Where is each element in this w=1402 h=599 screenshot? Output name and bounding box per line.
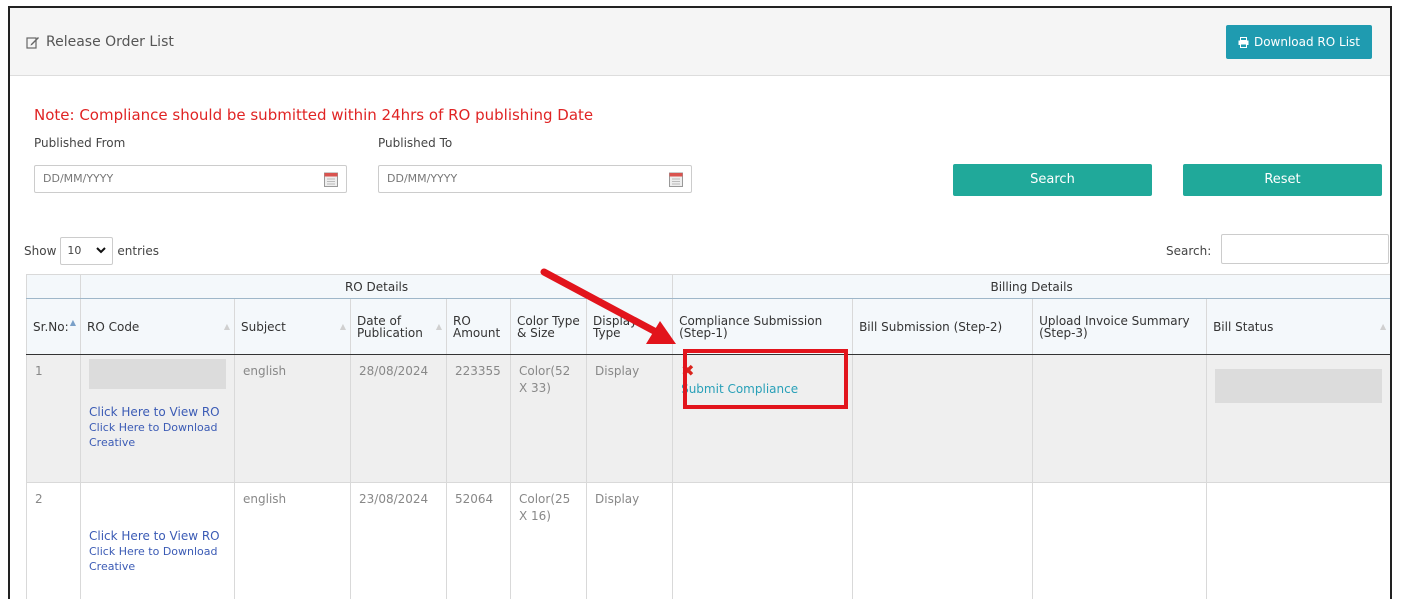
cell-subject: english <box>234 354 351 483</box>
col-sr-no-label: Sr.No: <box>33 319 69 334</box>
calendar-icon[interactable] <box>669 171 683 187</box>
table-row: 2 Click Here to View RO Click Here to Do… <box>26 482 1390 599</box>
cell-bill-submission <box>852 482 1034 599</box>
cell-bill-submission <box>852 354 1034 483</box>
page-title-text: Release Order List <box>46 34 174 50</box>
col-subject-label: Subject <box>241 319 286 334</box>
col-compliance-submission[interactable]: Compliance Submission (Step-1) <box>672 298 854 355</box>
entries-label: entries <box>117 244 159 258</box>
show-label: Show <box>24 244 57 258</box>
cell-upload-invoice <box>1032 354 1208 483</box>
published-from-label: Published From <box>34 136 126 150</box>
panel-header: Release Order List Download RO List <box>10 8 1390 76</box>
download-creative-link[interactable]: Click Here to Download Creative <box>89 544 226 574</box>
download-ro-list-label: Download RO List <box>1253 35 1360 49</box>
sort-icon: ▲ <box>1379 322 1387 331</box>
col-sr-no[interactable]: Sr.No: ▲ <box>26 298 81 355</box>
cell-bill-status <box>1206 354 1390 483</box>
cell-sr: 2 <box>26 482 81 599</box>
cell-display-type: Display <box>585 482 674 599</box>
cell-subject: english <box>234 482 351 599</box>
table-search-input[interactable] <box>1221 234 1389 264</box>
col-compliance-label: Compliance Submission (Step-1) <box>679 313 823 340</box>
view-ro-link[interactable]: Click Here to View RO <box>89 405 226 420</box>
col-subject[interactable]: Subject ▲ <box>234 298 351 355</box>
cell-color-size: Color(52 X 33) <box>510 354 587 483</box>
cell-sr: 1 <box>26 354 81 483</box>
cell-date: 23/08/2024 <box>350 482 447 599</box>
release-order-table: RO Details Billing Details Sr.No: ▲ RO Co… <box>26 274 1390 599</box>
cell-amount: 223355 <box>446 354 511 483</box>
col-date-of-publication[interactable]: Date of Publication ▲ <box>350 298 447 355</box>
published-from-input[interactable]: DD/MM/YYYY <box>34 165 347 193</box>
chevron-down-icon <box>96 247 107 254</box>
download-creative-link[interactable]: Click Here to Download Creative <box>89 420 226 450</box>
download-ro-list-button[interactable]: Download RO List <box>1225 25 1372 59</box>
print-icon <box>1238 36 1249 48</box>
reset-button[interactable]: Reset <box>1183 164 1382 196</box>
sort-icon: ▲ <box>223 322 230 331</box>
cell-compliance <box>672 482 854 599</box>
cell-upload-invoice <box>1032 482 1208 599</box>
published-to-label: Published To <box>378 136 453 150</box>
col-amount-label: RO Amount <box>453 313 501 340</box>
ro-code-redacted <box>89 359 226 389</box>
edit-icon <box>26 37 39 49</box>
entries-select-value: 10 <box>67 244 82 257</box>
group-spacer <box>26 274 81 299</box>
entries-length-control: Show 10 entries <box>24 237 159 265</box>
view-ro-link[interactable]: Click Here to View RO <box>89 529 226 544</box>
col-ro-code-label: RO Code <box>87 319 140 334</box>
col-bill-status-label: Bill Status <box>1213 319 1274 334</box>
col-ro-amount[interactable]: RO Amount <box>446 298 511 355</box>
published-from-placeholder: DD/MM/YYYY <box>43 172 114 185</box>
bill-status-redacted <box>1215 369 1383 403</box>
col-bill-status[interactable]: Bill Status ▲ <box>1206 298 1390 355</box>
cell-date: 28/08/2024 <box>350 354 447 483</box>
highlight-box <box>683 349 848 409</box>
sort-icon: ▲ <box>339 322 346 331</box>
col-ro-code[interactable]: RO Code ▲ <box>80 298 235 355</box>
col-date-label: Date of Publication <box>357 313 423 340</box>
search-button[interactable]: Search <box>953 164 1152 196</box>
annotation-arrow-icon <box>540 268 676 344</box>
sort-icon: ▲ <box>435 322 442 331</box>
cell-ro-code: Click Here to View RO Click Here to Down… <box>80 482 235 599</box>
col-bill-submission-label: Bill Submission (Step-2) <box>859 319 1003 334</box>
cell-amount: 52064 <box>446 482 511 599</box>
cell-display-type: Display <box>585 354 674 483</box>
col-upload-invoice-label: Upload Invoice Summary (Step-3) <box>1039 313 1190 340</box>
cell-bill-status <box>1206 482 1390 599</box>
published-to-placeholder: DD/MM/YYYY <box>387 172 458 185</box>
page-title: Release Order List <box>26 34 174 50</box>
published-to-input[interactable]: DD/MM/YYYY <box>378 165 692 193</box>
cell-ro-code: Click Here to View RO Click Here to Down… <box>80 354 235 483</box>
group-billing-details: Billing Details <box>672 274 1390 299</box>
col-bill-submission[interactable]: Bill Submission (Step-2) <box>852 298 1034 355</box>
table-search-label: Search: <box>1166 244 1212 258</box>
sort-icon: ▲ <box>69 318 76 327</box>
compliance-note: Note: Compliance should be submitted wit… <box>34 106 594 124</box>
calendar-icon[interactable] <box>324 171 338 187</box>
release-order-panel: Release Order List Download RO List Note… <box>8 6 1392 599</box>
cell-color-size: Color(25 X 16) <box>510 482 587 599</box>
col-upload-invoice[interactable]: Upload Invoice Summary (Step-3) <box>1032 298 1208 355</box>
entries-select[interactable]: 10 <box>60 237 114 265</box>
